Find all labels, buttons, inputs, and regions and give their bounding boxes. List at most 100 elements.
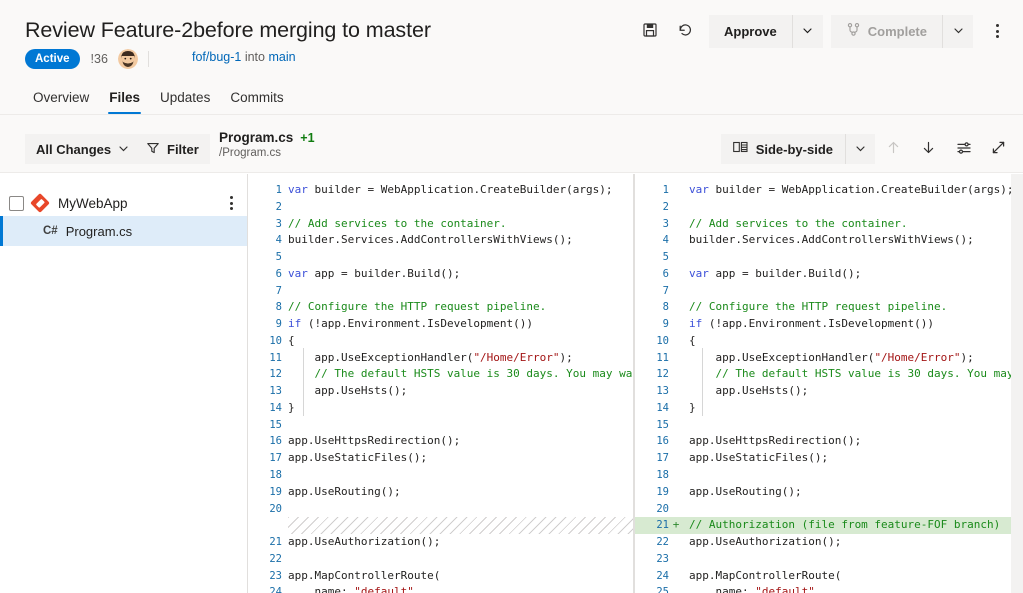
- code-line[interactable]: 12 // The default HSTS value is 30 days.…: [248, 366, 633, 383]
- current-file-info[interactable]: Program.cs +1 /Program.cs: [219, 130, 315, 159]
- code-line[interactable]: 12 // The default HSTS value is 30 days.…: [635, 366, 1023, 383]
- code-line[interactable]: 23 app.MapControllerRoute(: [248, 568, 633, 585]
- tab-commits[interactable]: Commits: [220, 90, 293, 114]
- code-line[interactable]: 18: [635, 467, 1023, 484]
- filter-label: Filter: [167, 141, 199, 157]
- code-line[interactable]: 4 builder.Services.AddControllersWithView…: [248, 232, 633, 249]
- code-line-added[interactable]: 21 + // Authorization (file from feature-F…: [635, 517, 1023, 535]
- code-text: app.UseRouting();: [288, 484, 401, 498]
- complete-button-group: Complete: [830, 14, 973, 48]
- code-line[interactable]: 2: [635, 199, 1023, 216]
- code-text: }: [288, 400, 295, 414]
- all-changes-dropdown[interactable]: All Changes: [25, 134, 141, 164]
- source-branch-link[interactable]: fof/bug-1: [192, 50, 241, 64]
- complete-dropdown-button[interactable]: [943, 14, 973, 48]
- code-line[interactable]: 2: [248, 199, 633, 216]
- code-line[interactable]: 17 app.UseStaticFiles();: [635, 450, 1023, 467]
- code-line[interactable]: 10 {: [248, 333, 633, 350]
- pr-header: Review Feature-2before merging to master…: [0, 0, 1023, 115]
- code-line[interactable]: 19 app.UseRouting();: [248, 484, 633, 501]
- code-line[interactable]: 8 // Configure the HTTP request pipeline.: [248, 299, 633, 316]
- code-line[interactable]: 3 // Add services to the container.: [635, 216, 1023, 233]
- current-file-path: /Program.cs: [219, 147, 281, 159]
- file-tree-more-button[interactable]: [228, 196, 235, 210]
- code-line[interactable]: 6 var app = builder.Build();: [635, 266, 1023, 283]
- code-line[interactable]: 22 app.UseAuthorization();: [635, 534, 1023, 551]
- previous-diff-button[interactable]: [877, 134, 910, 164]
- tab-updates[interactable]: Updates: [150, 90, 220, 114]
- complete-button[interactable]: Complete: [830, 14, 943, 48]
- approve-dropdown-button[interactable]: [792, 14, 823, 48]
- code-line[interactable]: 9 if (!app.Environment.IsDevelopment()): [635, 316, 1023, 333]
- avatar[interactable]: [117, 49, 138, 69]
- tab-overview[interactable]: Overview: [23, 90, 99, 114]
- diff-scrollbar-rail[interactable]: [1011, 174, 1023, 593]
- code-text: // Authorization (file from feature-FOF …: [689, 518, 1001, 532]
- line-number: 16: [269, 435, 282, 448]
- save-button[interactable]: [633, 14, 667, 48]
- next-diff-button[interactable]: [912, 134, 945, 164]
- code-line[interactable]: 13 app.UseHsts();: [248, 383, 633, 400]
- code-line[interactable]: 13 app.UseHsts();: [635, 383, 1023, 400]
- code-line[interactable]: 7: [635, 283, 1023, 300]
- code-line[interactable]: 1 var builder = WebApplication.CreateBuil…: [248, 182, 633, 199]
- code-line[interactable]: 22: [248, 551, 633, 568]
- view-mode-dropdown[interactable]: [846, 134, 875, 164]
- diff-settings-button[interactable]: [947, 134, 980, 164]
- code-line[interactable]: 20: [248, 501, 633, 518]
- code-line[interactable]: 15: [248, 417, 633, 434]
- file-tree-item-program-cs[interactable]: C# Program.cs: [0, 216, 247, 246]
- line-number: 12: [269, 368, 282, 381]
- line-number: 4: [275, 234, 282, 247]
- code-line[interactable]: 20: [635, 501, 1023, 518]
- filter-button[interactable]: Filter: [135, 134, 210, 164]
- approve-button[interactable]: Approve: [709, 14, 793, 48]
- line-number: 20: [269, 502, 282, 515]
- indent-guide: [303, 348, 304, 416]
- code-line[interactable]: 7: [248, 283, 633, 300]
- diff-pane-modified[interactable]: 1 var builder = WebApplication.CreateBuil…: [634, 174, 1023, 593]
- code-text: // The default HSTS value is 30 days. Yo…: [314, 367, 633, 381]
- code-line[interactable]: 4 builder.Services.AddControllersWithView…: [635, 232, 1023, 249]
- code-line[interactable]: 17 app.UseStaticFiles();: [248, 450, 633, 467]
- code-line[interactable]: 5: [248, 249, 633, 266]
- code-line[interactable]: 15: [635, 417, 1023, 434]
- code-line[interactable]: 6 var app = builder.Build();: [248, 266, 633, 283]
- code-line[interactable]: 21 app.UseAuthorization();: [248, 534, 633, 551]
- code-line[interactable]: 16 app.UseHttpsRedirection();: [635, 433, 1023, 450]
- code-line[interactable]: 10 {: [635, 333, 1023, 350]
- file-tree-root[interactable]: MyWebApp: [0, 190, 247, 216]
- tab-files[interactable]: Files: [99, 90, 150, 114]
- view-mode-button[interactable]: Side-by-side: [720, 134, 846, 164]
- code-line[interactable]: 23: [635, 551, 1023, 568]
- git-branch-icon: [846, 22, 861, 40]
- more-options-button[interactable]: [981, 15, 1013, 48]
- code-line[interactable]: 1 var builder = WebApplication.CreateBuil…: [635, 182, 1023, 199]
- code-line[interactable]: 5: [635, 249, 1023, 266]
- code-text: var builder = WebApplication.CreateBuild…: [689, 183, 1014, 196]
- fullscreen-button[interactable]: [982, 134, 1015, 164]
- code-text: {: [689, 333, 696, 347]
- code-line[interactable]: 25 name: "default",: [635, 584, 1023, 593]
- undo-button[interactable]: [667, 14, 701, 48]
- code-line[interactable]: 14}: [248, 400, 633, 417]
- code-line[interactable]: 8 // Configure the HTTP request pipeline.: [635, 299, 1023, 316]
- diff-pane-original[interactable]: 1 var builder = WebApplication.CreateBuil…: [248, 174, 634, 593]
- code-line[interactable]: 24 name: "default",: [248, 584, 633, 593]
- code-line[interactable]: 19 app.UseRouting();: [635, 484, 1023, 501]
- code-line[interactable]: 3 // Add services to the container.: [248, 216, 633, 233]
- code-line[interactable]: 11 app.UseExceptionHandler("/Home/Error"…: [635, 350, 1023, 367]
- code-line[interactable]: 14}: [635, 400, 1023, 417]
- code-line[interactable]: 18: [248, 467, 633, 484]
- code-line[interactable]: 16 app.UseHttpsRedirection();: [248, 433, 633, 450]
- target-branch-link[interactable]: main: [268, 50, 295, 64]
- arrow-up-icon: [886, 140, 901, 158]
- code-text: app.UseHttpsRedirection();: [288, 434, 461, 448]
- line-number: 13: [656, 385, 669, 398]
- diff-pane-modified-lines: 1 var builder = WebApplication.CreateBuil…: [635, 174, 1023, 593]
- code-line[interactable]: 11 app.UseExceptionHandler("/Home/Error"…: [248, 350, 633, 367]
- code-line[interactable]: 9 if (!app.Environment.IsDevelopment()): [248, 316, 633, 333]
- checkbox-unchecked-icon[interactable]: [9, 195, 24, 211]
- code-text: // Add services to the container.: [689, 216, 908, 230]
- code-line[interactable]: 24 app.MapControllerRoute(: [635, 568, 1023, 585]
